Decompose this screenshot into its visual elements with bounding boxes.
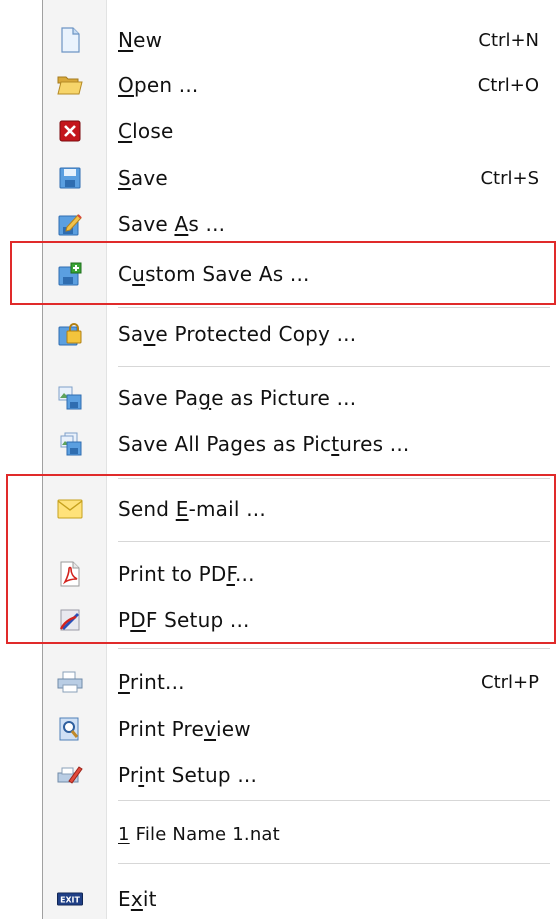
menu-item-save-as[interactable]: Save As ...	[43, 204, 556, 244]
custom-save-plus-icon	[57, 261, 83, 287]
pdf-document-icon	[57, 561, 83, 587]
menu-item-close[interactable]: Close	[43, 111, 556, 151]
separator	[118, 307, 550, 308]
shortcut-save: Ctrl+S	[480, 167, 539, 189]
separator	[118, 541, 550, 542]
menu-item-recent-file[interactable]: 1 File Name 1.nat	[43, 814, 556, 854]
protected-copy-lock-icon	[57, 321, 83, 347]
menu-item-print-to-pdf[interactable]: Print to PDF...	[43, 554, 556, 594]
file-menu: New Ctrl+N Open ... Ctrl+O Close Save Ct…	[42, 0, 556, 919]
menu-item-print-setup[interactable]: Print Setup ...	[43, 755, 556, 795]
close-red-x-icon	[57, 118, 83, 144]
menu-item-custom-save-as[interactable]: Custom Save As ...	[43, 254, 556, 294]
menu-item-save-page-as-picture[interactable]: Save Page as Picture ...	[43, 378, 556, 418]
menu-item-save[interactable]: Save Ctrl+S	[43, 158, 556, 198]
separator	[118, 478, 550, 479]
menu-item-print-preview[interactable]: Print Preview	[43, 709, 556, 749]
printer-icon	[57, 669, 83, 695]
print-preview-magnifier-icon	[57, 716, 83, 742]
separator	[118, 800, 550, 801]
all-pages-pictures-icon	[57, 431, 83, 457]
save-as-pencil-icon	[57, 211, 83, 237]
save-floppy-icon	[57, 165, 83, 191]
separator	[118, 648, 550, 649]
exit-icon: EXIT	[57, 886, 83, 912]
menu-item-print[interactable]: Print... Ctrl+P	[43, 662, 556, 702]
menu-item-save-protected-copy[interactable]: Save Protected Copy ...	[43, 314, 556, 354]
print-setup-icon	[57, 762, 83, 788]
svg-text:EXIT: EXIT	[60, 895, 80, 904]
shortcut-open: Ctrl+O	[477, 74, 539, 96]
pdf-setup-icon	[57, 607, 83, 633]
shortcut-new: Ctrl+N	[478, 29, 539, 51]
separator	[118, 366, 550, 367]
page-picture-icon	[57, 385, 83, 411]
menu-item-send-email[interactable]: Send E-mail ...	[43, 489, 556, 529]
separator	[118, 863, 550, 864]
menu-item-pdf-setup[interactable]: PDF Setup ...	[43, 600, 556, 640]
menu-item-new[interactable]: New Ctrl+N	[43, 20, 556, 60]
menu-item-open[interactable]: Open ... Ctrl+O	[43, 65, 556, 105]
open-folder-icon	[57, 72, 83, 98]
menu-item-exit[interactable]: EXIT Exit	[43, 879, 556, 919]
email-envelope-icon	[57, 496, 83, 522]
shortcut-print: Ctrl+P	[481, 671, 539, 693]
menu-item-save-all-pages-as-pictures[interactable]: Save All Pages as Pictures ...	[43, 424, 556, 464]
new-document-icon	[57, 27, 83, 53]
